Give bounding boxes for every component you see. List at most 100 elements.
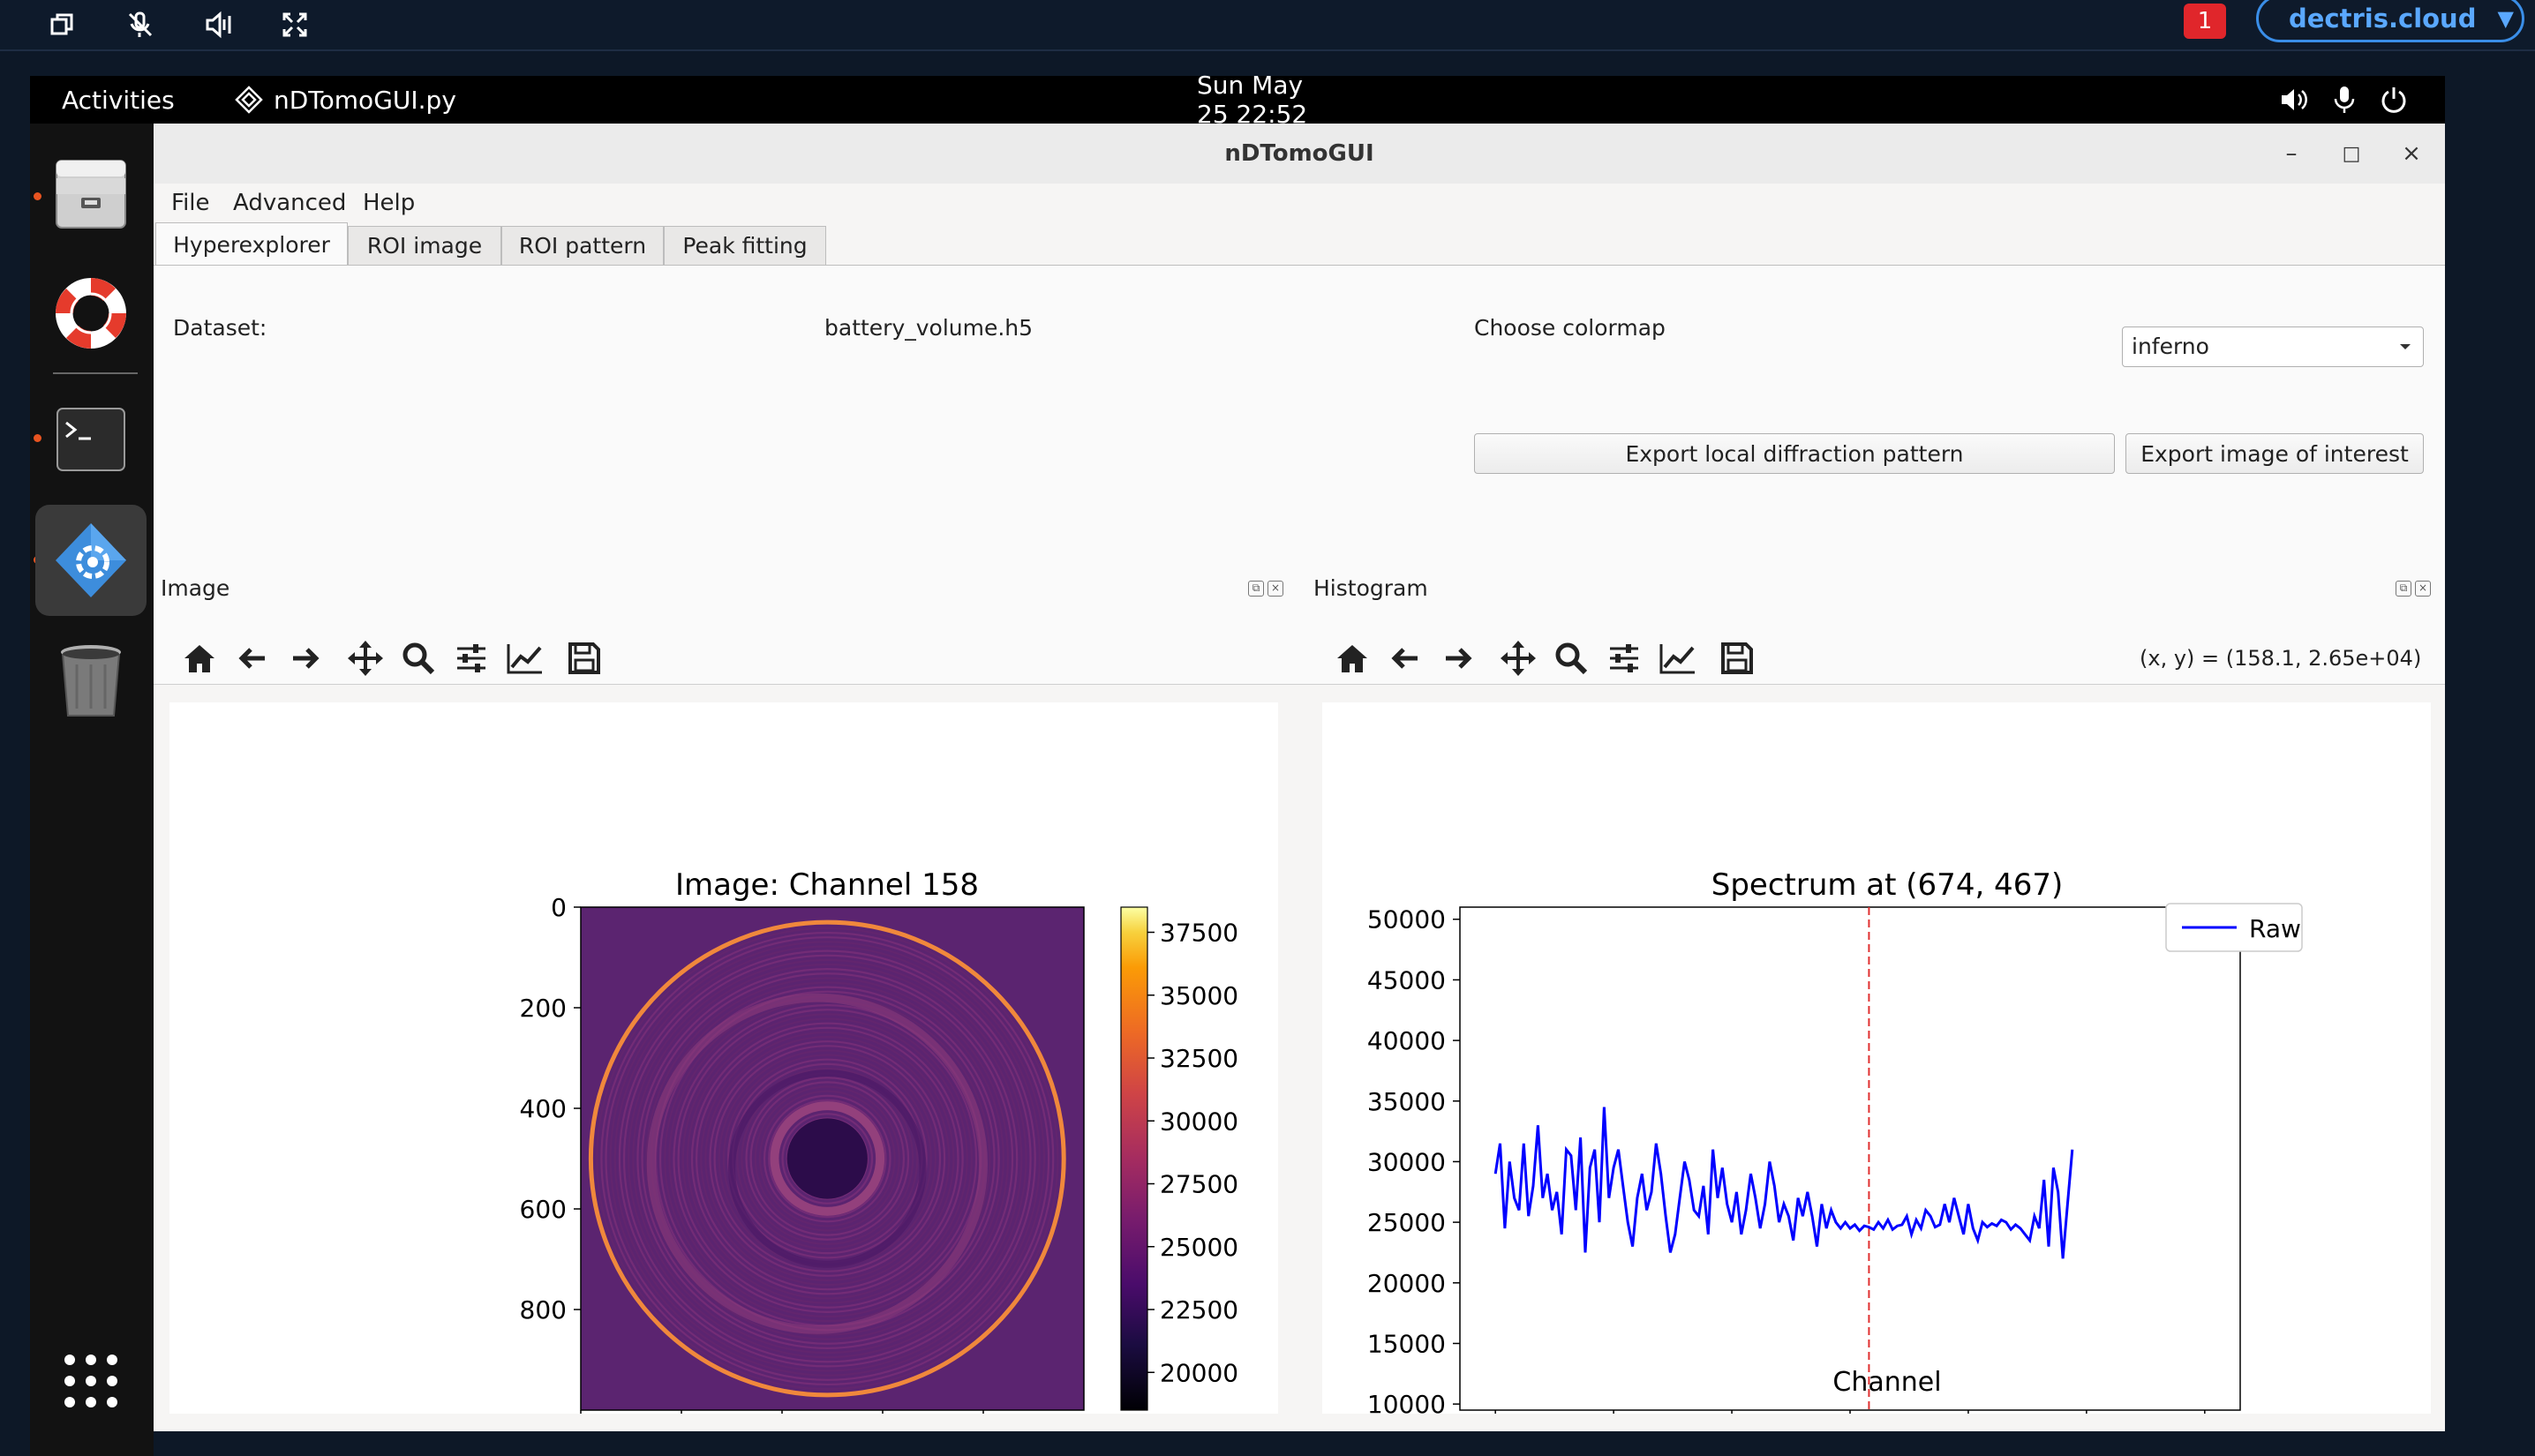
- export-diffraction-pattern-button[interactable]: Export local diffraction pattern: [1474, 433, 2115, 474]
- configure-subplots-icon[interactable]: [445, 632, 498, 685]
- close-icon[interactable]: ×: [1268, 581, 1283, 597]
- mic-off-icon[interactable]: [121, 5, 160, 44]
- pan-icon[interactable]: [339, 632, 392, 685]
- tab-bar: Hyperexplorer ROI image ROI pattern Peak…: [154, 222, 2445, 266]
- menu-bar: File Advanced Help: [154, 184, 2445, 222]
- home-icon[interactable]: [1326, 632, 1379, 685]
- y-tick-label: 400: [520, 1094, 567, 1123]
- tab-roi-pattern[interactable]: ROI pattern: [501, 226, 664, 265]
- y-tick-label: 30000: [1367, 1147, 1446, 1176]
- edit-axes-icon[interactable]: [498, 632, 551, 685]
- tab-roi-image[interactable]: ROI image: [348, 226, 501, 265]
- y-tick-label: 50000: [1367, 905, 1446, 934]
- remote-desktop-bar: 1 dectris.cloud ▼: [0, 0, 2535, 51]
- volume-icon[interactable]: [2279, 76, 2311, 124]
- microphone-icon[interactable]: [2332, 76, 2357, 124]
- home-icon[interactable]: [173, 632, 226, 685]
- fullscreen-icon[interactable]: [275, 5, 314, 44]
- y-tick-label: 10000: [1367, 1390, 1446, 1414]
- float-icon[interactable]: ⧉: [1248, 581, 1264, 597]
- image-plot[interactable]: Image: Channel 158 0200400600800 0200400…: [169, 702, 1278, 1452]
- colorbar-tick-label: 30000: [1160, 1107, 1238, 1136]
- clock[interactable]: Sun May 25 22:52: [1197, 71, 1329, 129]
- window-titlebar[interactable]: nDTomoGUI – □ ×: [154, 124, 2445, 184]
- spectrum-plot[interactable]: Spectrum at (674, 467) 05010015020025030…: [1322, 702, 2431, 1452]
- notification-badge[interactable]: 1: [2184, 4, 2226, 39]
- close-button[interactable]: ×: [2394, 136, 2429, 171]
- files-icon[interactable]: [35, 138, 147, 249]
- y-tick-label: 0: [551, 893, 567, 922]
- maximize-button[interactable]: □: [2334, 136, 2369, 171]
- tab-peak-fitting[interactable]: Peak fitting: [664, 226, 826, 265]
- dock-separator: [53, 372, 138, 374]
- host-label: dectris.cloud: [2289, 4, 2477, 34]
- menu-advanced[interactable]: Advanced: [233, 184, 346, 222]
- colormap-label: Choose colormap: [1474, 315, 1666, 341]
- pan-icon[interactable]: [1492, 632, 1545, 685]
- edit-axes-icon[interactable]: [1651, 632, 1704, 685]
- app-window: nDTomoGUI – □ × File Advanced Help Hyper…: [154, 124, 2445, 1452]
- trash-icon[interactable]: [35, 625, 147, 736]
- y-tick-label: 15000: [1367, 1329, 1446, 1358]
- histogram-canvas[interactable]: Spectrum at (674, 467) 05010015020025030…: [1322, 702, 2431, 1452]
- forward-icon[interactable]: [279, 632, 332, 685]
- close-icon[interactable]: ×: [2415, 581, 2431, 597]
- configure-subplots-icon[interactable]: [1598, 632, 1651, 685]
- dataset-label: Dataset:: [173, 315, 267, 341]
- menu-help[interactable]: Help: [363, 184, 415, 222]
- image-panel-title: Image: [161, 575, 230, 601]
- y-tick-label: 200: [520, 994, 567, 1023]
- y-tick-label: 35000: [1367, 1087, 1446, 1116]
- colormap-value: inferno: [2132, 334, 2209, 359]
- app-diamond-icon: [235, 86, 263, 114]
- legend: Raw: [2165, 903, 2303, 952]
- help-lifebuoy-icon[interactable]: [35, 258, 147, 369]
- menu-file-label: File: [171, 190, 210, 216]
- legend-label: Raw: [2249, 914, 2301, 943]
- show-apps-grid-icon[interactable]: [35, 1325, 147, 1437]
- dock: [30, 124, 154, 1456]
- back-icon[interactable]: [226, 632, 279, 685]
- image-canvas[interactable]: Image: Channel 158 0200400600800 0200400…: [169, 702, 1278, 1452]
- menu-advanced-label: Advanced: [233, 190, 347, 216]
- minimize-button[interactable]: –: [2274, 136, 2309, 171]
- app-menu[interactable]: nDTomoGUI.py: [235, 76, 456, 124]
- spectrum-title: Spectrum at (674, 467): [1711, 867, 2063, 903]
- ndtomo-app-icon[interactable]: [35, 505, 147, 616]
- chevron-down-icon: ▼: [2497, 6, 2514, 31]
- y-tick-label: 25000: [1367, 1208, 1446, 1237]
- zoom-icon[interactable]: [392, 632, 445, 685]
- float-icon[interactable]: ⧉: [2396, 581, 2411, 597]
- spectrum-xlabel: Channel: [1832, 1367, 1941, 1398]
- zoom-icon[interactable]: [1545, 632, 1598, 685]
- menu-help-label: Help: [363, 190, 416, 216]
- windows-icon[interactable]: [42, 5, 81, 44]
- colorbar-tick-label: 22500: [1160, 1295, 1238, 1325]
- colorbar-tick-label: 27500: [1160, 1170, 1238, 1199]
- terminal-icon[interactable]: [35, 385, 147, 496]
- tab-hyperexplorer[interactable]: Hyperexplorer: [155, 222, 348, 266]
- host-selector[interactable]: dectris.cloud ▼: [2256, 0, 2524, 42]
- spectrum-axes-frame: [1459, 906, 2241, 1411]
- y-tick-label: 800: [520, 1295, 567, 1325]
- activities-button[interactable]: Activities: [62, 76, 175, 124]
- colorbar-tick-label: 32500: [1160, 1044, 1238, 1073]
- save-icon[interactable]: [558, 632, 611, 685]
- forward-icon[interactable]: [1432, 632, 1485, 685]
- chevron-down-icon: [2400, 344, 2411, 349]
- y-tick-label: 40000: [1367, 1026, 1446, 1055]
- power-icon[interactable]: [2380, 76, 2408, 124]
- system-top-bar: Activities nDTomoGUI.py Sun May 25 22:52: [30, 71, 2445, 129]
- histogram-toolbar: [1326, 632, 1764, 685]
- colorbar-tick-label: 37500: [1160, 919, 1238, 948]
- app-name: nDTomoGUI.py: [274, 85, 456, 115]
- dataset-value: battery_volume.h5: [824, 315, 1034, 341]
- back-icon[interactable]: [1379, 632, 1432, 685]
- colormap-select[interactable]: inferno: [2122, 326, 2424, 367]
- save-icon[interactable]: [1711, 632, 1764, 685]
- colorbar-tick-label: 35000: [1160, 981, 1238, 1010]
- menu-file[interactable]: File: [171, 184, 210, 222]
- export-image-button[interactable]: Export image of interest: [2125, 433, 2424, 474]
- speaker-icon[interactable]: [199, 5, 238, 44]
- image-toolbar: [173, 632, 611, 685]
